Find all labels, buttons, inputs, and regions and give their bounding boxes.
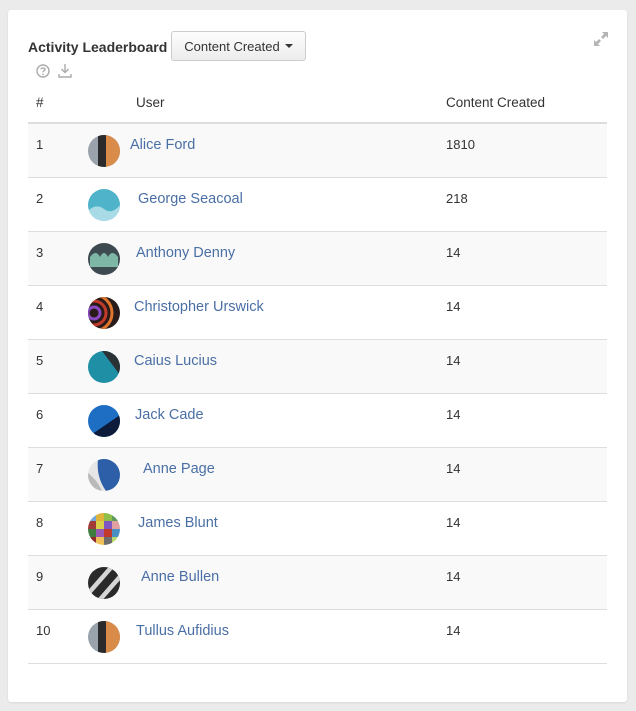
content-count: 14 [446,299,461,314]
avatar[interactable] [88,459,120,491]
rank-cell: 7 [36,461,44,476]
avatar[interactable] [88,513,120,545]
user-link[interactable]: Anthony Denny [136,245,235,261]
table-row: 9 Anne Bullen 14 [28,556,607,610]
content-created-column-header[interactable]: Content Created [446,95,545,110]
user-column-header: User [136,95,165,110]
rank-cell: 4 [36,299,44,314]
avatar[interactable] [88,351,120,383]
user-link[interactable]: James Blunt [138,515,218,531]
caret-down-icon [284,44,293,48]
rank-cell: 9 [36,569,44,584]
table-row: 8 James Blunt 14 [28,502,607,556]
user-link[interactable]: Anne Page [143,461,215,477]
metric-dropdown-button[interactable]: Content Created [171,31,306,61]
content-count: 1810 [446,137,475,152]
leaderboard-table: # User Content Created 1 Alice Ford 1810… [28,92,607,664]
rank-cell: 6 [36,407,44,422]
help-icon[interactable] [36,64,50,78]
avatar[interactable] [88,135,120,167]
table-row: 6 Jack Cade 14 [28,394,607,448]
metric-dropdown-label: Content Created [184,38,280,54]
table-row: 7 Anne Page 14 [28,448,607,502]
content-count: 14 [446,245,461,260]
content-count: 218 [446,191,468,206]
user-link[interactable]: Alice Ford [130,137,195,153]
table-row: 4 Christopher Urswick 14 [28,286,607,340]
user-link[interactable]: Christopher Urswick [134,299,264,315]
user-link[interactable]: George Seacoal [138,191,243,207]
rank-cell: 8 [36,515,44,530]
leaderboard-panel: Activity Leaderboard Content Created # U… [8,10,627,702]
user-link[interactable]: Caius Lucius [134,353,217,369]
rank-cell: 1 [36,137,44,152]
content-count: 14 [446,515,461,530]
widget-title: Activity Leaderboard [28,39,168,55]
rank-cell: 2 [36,191,44,206]
rank-column-header: # [36,95,44,110]
avatar[interactable] [88,567,120,599]
table-row: 3 Anthony Denny 14 [28,232,607,286]
rank-cell: 5 [36,353,44,368]
content-count: 14 [446,461,461,476]
user-link[interactable]: Anne Bullen [141,569,219,585]
avatar[interactable] [88,405,120,437]
download-icon[interactable] [58,63,72,78]
table-row: 10 Tullus Aufidius 14 [28,610,607,664]
table-header: # User Content Created [28,92,607,124]
rank-cell: 3 [36,245,44,260]
table-row: 1 Alice Ford 1810 [28,124,607,178]
content-count: 14 [446,407,461,422]
table-row: 2 George Seacoal 218 [28,178,607,232]
content-count: 14 [446,569,461,584]
avatar[interactable] [88,621,120,653]
table-row: 5 Caius Lucius 14 [28,340,607,394]
content-count: 14 [446,623,461,638]
avatar[interactable] [88,243,120,275]
expand-icon[interactable] [593,31,609,47]
rank-cell: 10 [36,623,51,638]
user-link[interactable]: Tullus Aufidius [136,623,229,639]
avatar[interactable] [88,189,120,221]
user-link[interactable]: Jack Cade [135,407,204,423]
avatar[interactable] [88,297,120,329]
content-count: 14 [446,353,461,368]
